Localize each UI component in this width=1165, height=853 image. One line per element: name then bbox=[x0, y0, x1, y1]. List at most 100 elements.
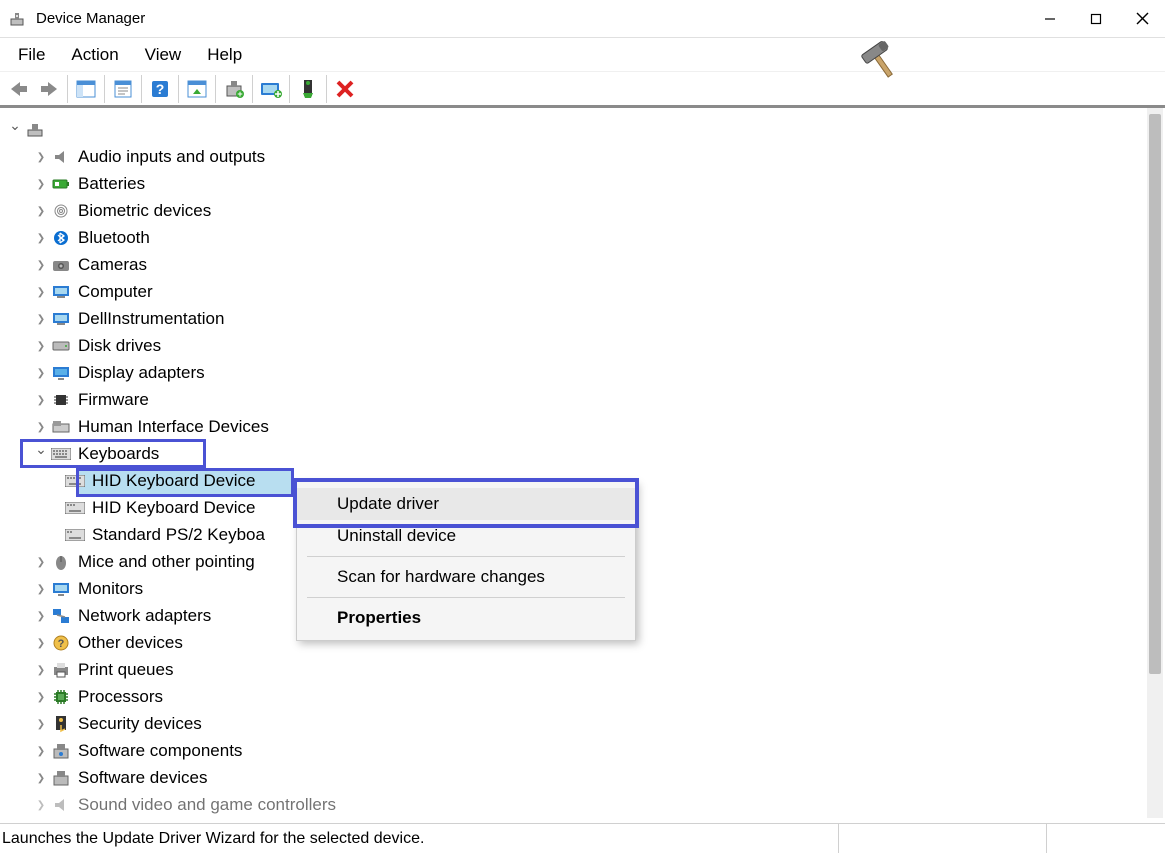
chevron-right-icon[interactable] bbox=[32, 548, 50, 576]
chevron-right-icon[interactable] bbox=[32, 602, 50, 630]
display-icon bbox=[50, 362, 72, 384]
camera-icon bbox=[50, 254, 72, 276]
maximize-button[interactable] bbox=[1073, 0, 1119, 38]
context-menu-properties[interactable]: Properties bbox=[297, 602, 635, 634]
chevron-down-icon[interactable] bbox=[32, 440, 50, 468]
chevron-right-icon[interactable] bbox=[32, 251, 50, 279]
network-icon bbox=[50, 605, 72, 627]
chevron-right-icon[interactable] bbox=[32, 386, 50, 414]
tree-item-hid[interactable]: Human Interface Devices bbox=[6, 413, 1161, 440]
statusbar-text: Launches the Update Driver Wizard for th… bbox=[2, 830, 424, 848]
tree-item-keyboards[interactable]: Keyboards bbox=[6, 440, 1161, 467]
keyboard-icon bbox=[50, 443, 72, 465]
titlebar: Device Manager bbox=[0, 0, 1165, 38]
tree-item-disk[interactable]: Disk drives bbox=[6, 332, 1161, 359]
context-menu-separator bbox=[307, 556, 625, 557]
toolbar-properties-button[interactable] bbox=[108, 74, 138, 104]
keyboard-icon bbox=[64, 524, 86, 546]
window-controls bbox=[1027, 0, 1165, 38]
context-menu-scan[interactable]: Scan for hardware changes bbox=[297, 561, 635, 593]
toolbar-back-button[interactable] bbox=[4, 74, 34, 104]
chevron-right-icon[interactable] bbox=[32, 278, 50, 306]
chevron-right-icon[interactable] bbox=[32, 683, 50, 711]
tree-item-bluetooth[interactable]: Bluetooth bbox=[6, 224, 1161, 251]
window-title: Device Manager bbox=[36, 10, 145, 27]
chevron-right-icon[interactable] bbox=[32, 737, 50, 765]
tree-item-display[interactable]: Display adapters bbox=[6, 359, 1161, 386]
tree-item-cameras[interactable]: Cameras bbox=[6, 251, 1161, 278]
svg-text:?: ? bbox=[156, 81, 165, 97]
tree-item-audio[interactable]: Audio inputs and outputs bbox=[6, 143, 1161, 170]
bluetooth-icon bbox=[50, 227, 72, 249]
tree-item-biometric[interactable]: Biometric devices bbox=[6, 197, 1161, 224]
computer-root-icon bbox=[24, 119, 46, 141]
chevron-right-icon[interactable] bbox=[32, 629, 50, 657]
device-tree[interactable]: Audio inputs and outputs Batteries Biome… bbox=[0, 108, 1165, 818]
security-icon bbox=[50, 713, 72, 735]
tree-pane: Audio inputs and outputs Batteries Biome… bbox=[0, 108, 1165, 818]
chevron-right-icon[interactable] bbox=[32, 197, 50, 225]
context-menu-update-driver[interactable]: Update driver bbox=[297, 488, 635, 520]
toolbar-forward-button[interactable] bbox=[34, 74, 64, 104]
tree-item-computer[interactable]: Computer bbox=[6, 278, 1161, 305]
mouse-icon bbox=[50, 551, 72, 573]
menubar: File Action View Help bbox=[0, 38, 1165, 72]
monitor-icon bbox=[50, 578, 72, 600]
tree-item-security[interactable]: Security devices bbox=[6, 710, 1161, 737]
chevron-right-icon[interactable] bbox=[32, 143, 50, 171]
monitor-icon bbox=[50, 308, 72, 330]
toolbar-update-driver-button[interactable] bbox=[256, 74, 286, 104]
toolbar-disable-button[interactable] bbox=[330, 74, 360, 104]
chevron-right-icon[interactable] bbox=[32, 575, 50, 603]
svg-text:?: ? bbox=[58, 638, 65, 650]
chevron-right-icon[interactable] bbox=[32, 710, 50, 738]
swdev-icon bbox=[50, 767, 72, 789]
chevron-right-icon[interactable] bbox=[32, 764, 50, 792]
tree-item-print[interactable]: Print queues bbox=[6, 656, 1161, 683]
tree-root[interactable] bbox=[6, 116, 1161, 143]
close-button[interactable] bbox=[1119, 0, 1165, 38]
app-icon bbox=[8, 10, 26, 28]
menu-action[interactable]: Action bbox=[61, 41, 128, 69]
tree-item-sound[interactable]: Sound video and game controllers bbox=[6, 791, 1161, 818]
other-icon: ? bbox=[50, 632, 72, 654]
tree-item-swcomp[interactable]: Software components bbox=[6, 737, 1161, 764]
chevron-right-icon[interactable] bbox=[32, 359, 50, 387]
swcomp-icon bbox=[50, 740, 72, 762]
toolbar-help-button[interactable]: ? bbox=[145, 74, 175, 104]
computer-icon bbox=[50, 281, 72, 303]
chevron-right-icon[interactable] bbox=[32, 332, 50, 360]
tree-item-dell[interactable]: DellInstrumentation bbox=[6, 305, 1161, 332]
tree-item-batteries[interactable]: Batteries bbox=[6, 170, 1161, 197]
chevron-down-icon[interactable] bbox=[6, 116, 24, 144]
statusbar: Launches the Update Driver Wizard for th… bbox=[0, 823, 1165, 853]
disk-icon bbox=[50, 335, 72, 357]
toolbar-console-tree-button[interactable] bbox=[71, 74, 101, 104]
chevron-right-icon[interactable] bbox=[32, 170, 50, 198]
chevron-right-icon[interactable] bbox=[32, 305, 50, 333]
fingerprint-icon bbox=[50, 200, 72, 222]
context-menu-separator bbox=[307, 597, 625, 598]
toolbar: ? + bbox=[0, 72, 1165, 108]
menu-file[interactable]: File bbox=[8, 41, 55, 69]
chevron-right-icon[interactable] bbox=[32, 413, 50, 441]
toolbar-add-legacy-button[interactable]: + bbox=[219, 74, 249, 104]
chevron-right-icon[interactable] bbox=[32, 656, 50, 684]
svg-text:+: + bbox=[237, 89, 242, 99]
chevron-right-icon[interactable] bbox=[32, 224, 50, 252]
battery-icon bbox=[50, 173, 72, 195]
context-menu-uninstall[interactable]: Uninstall device bbox=[297, 520, 635, 552]
tree-item-firmware[interactable]: Firmware bbox=[6, 386, 1161, 413]
chevron-right-icon[interactable] bbox=[32, 791, 50, 819]
cpu-icon bbox=[50, 686, 72, 708]
toolbar-uninstall-button[interactable] bbox=[293, 74, 323, 104]
sound-icon bbox=[50, 794, 72, 816]
menu-help[interactable]: Help bbox=[197, 41, 252, 69]
minimize-button[interactable] bbox=[1027, 0, 1073, 38]
tree-item-processors[interactable]: Processors bbox=[6, 683, 1161, 710]
menu-view[interactable]: View bbox=[135, 41, 192, 69]
scrollbar-thumb[interactable] bbox=[1149, 114, 1161, 674]
tree-item-swdev[interactable]: Software devices bbox=[6, 764, 1161, 791]
printer-icon bbox=[50, 659, 72, 681]
toolbar-scan-hardware-button[interactable] bbox=[182, 74, 212, 104]
